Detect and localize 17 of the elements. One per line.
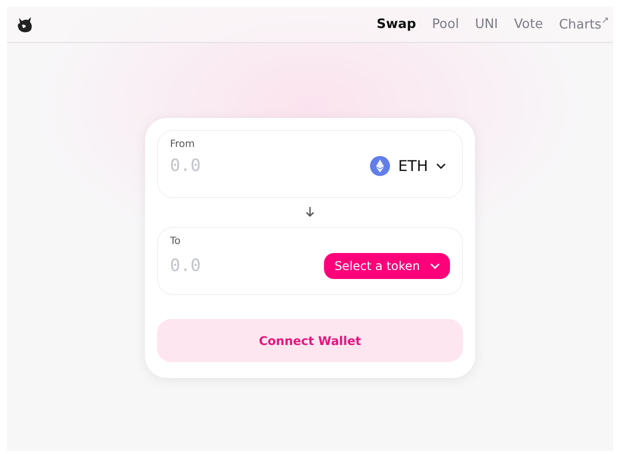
nav-link[interactable]: Swap [376, 16, 416, 32]
chevron-down-icon [436, 163, 446, 169]
arrow-down-icon[interactable] [305, 206, 315, 218]
nav-link[interactable]: Vote [514, 16, 543, 32]
amount-field[interactable]: 0.0 [170, 156, 260, 176]
panel-label: To [170, 236, 181, 247]
connect-wallet-button[interactable]: Connect Wallet [157, 319, 463, 362]
chevron-down-icon [430, 263, 440, 269]
token-symbol: ETH [398, 157, 428, 175]
select-token-button[interactable]: Select a token [324, 253, 450, 279]
token-selector[interactable]: ETH [366, 156, 450, 176]
nav-link[interactable]: UNI [474, 16, 498, 32]
nav-link[interactable]: Charts$^{↗}$ [558, 16, 609, 33]
ethereum-icon [370, 156, 390, 176]
panel-label: From [170, 139, 195, 150]
amount-field[interactable]: 0.0 [170, 256, 260, 276]
nav-link[interactable]: Pool [432, 16, 459, 32]
